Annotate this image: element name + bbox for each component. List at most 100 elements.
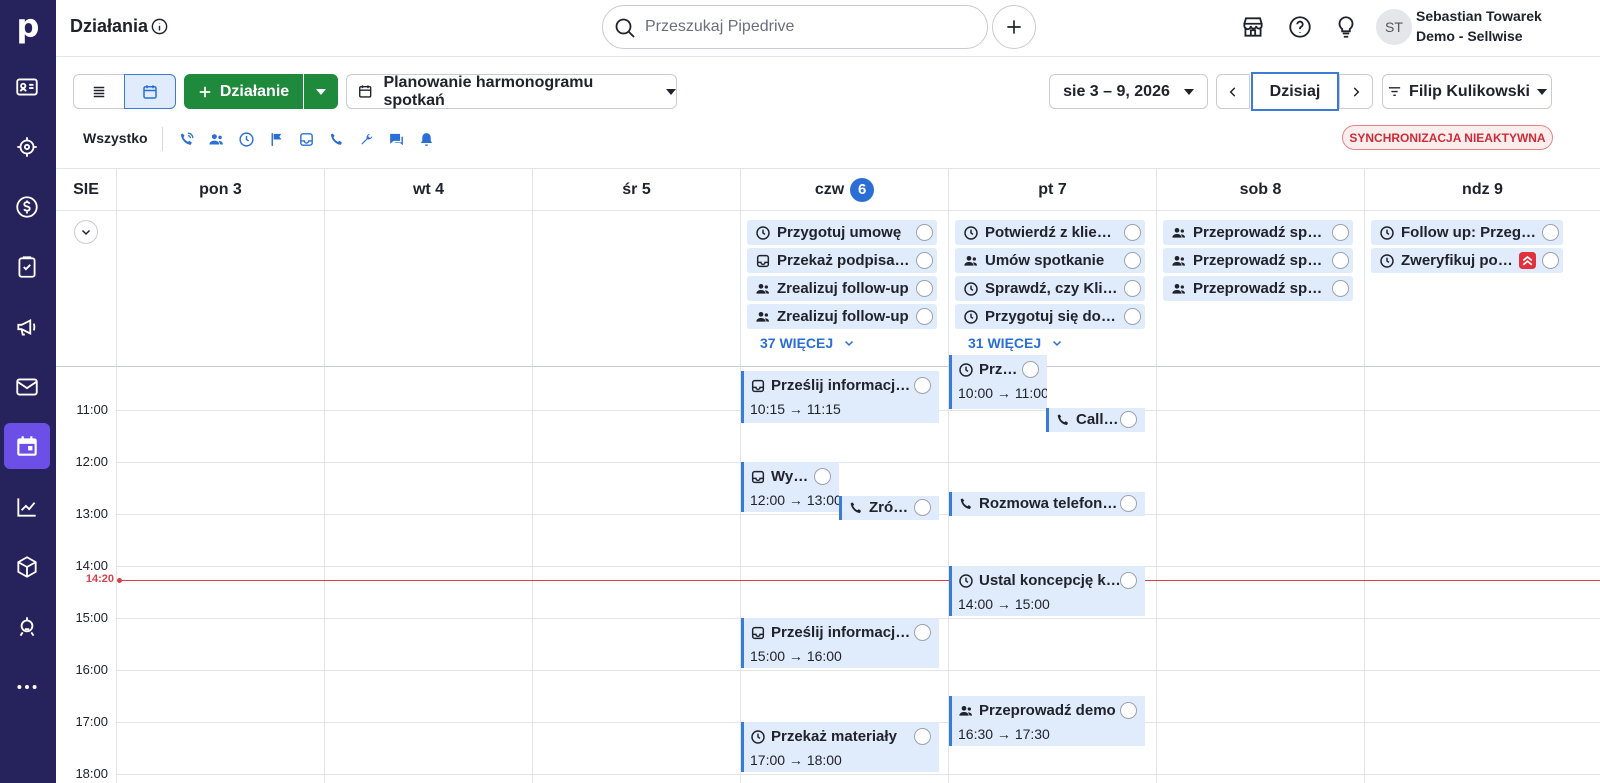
avatar[interactable]: ST [1376, 9, 1412, 45]
day-header-mon[interactable]: pon 3 [117, 169, 325, 211]
help-icon[interactable] [1287, 14, 1313, 40]
allday-cell[interactable] [117, 211, 325, 367]
all-types-filter[interactable]: Wszystko [83, 130, 148, 146]
calendar-event[interactable]: Przekaż materiały 17:00 → 18:00 [741, 722, 939, 772]
add-activity-button[interactable]: Działanie [184, 74, 303, 109]
done-checkbox[interactable] [1332, 280, 1349, 297]
allday-cell[interactable] [325, 211, 533, 367]
done-checkbox[interactable] [914, 728, 931, 745]
chat-type-icon[interactable] [384, 127, 408, 151]
date-range-dropdown[interactable]: sie 3 – 9, 2026 [1049, 74, 1208, 109]
products-box-icon[interactable] [4, 544, 50, 590]
calendar-event[interactable]: Call z klientem [1046, 408, 1145, 432]
owner-filter-dropdown[interactable]: Filip Kulikowski [1382, 74, 1552, 109]
calendar-event[interactable]: Rozmowa telefoniczna [949, 492, 1145, 516]
calendar-event[interactable]: Prześlij informacje o produkcie 15:00 → … [741, 618, 939, 668]
done-checkbox[interactable] [814, 468, 831, 485]
marketplace-store-icon[interactable] [1240, 14, 1266, 40]
quick-add-button[interactable] [992, 5, 1036, 49]
lightbulb-icon[interactable] [1333, 14, 1359, 40]
done-checkbox[interactable] [916, 252, 933, 269]
previous-week-button[interactable] [1216, 74, 1250, 109]
done-checkbox[interactable] [914, 499, 931, 516]
day-header-thu[interactable]: czw 6 [741, 169, 949, 211]
allday-activity[interactable]: Zrealizuj follow-up [747, 276, 937, 301]
calendar-event[interactable]: Ustal koncepcję kampanii 14:00 → 15:00 [949, 566, 1145, 616]
activity-filter-dropdown[interactable]: Planowanie harmonogramu spotkań [346, 74, 677, 109]
more-dots-icon[interactable] [4, 664, 50, 710]
allday-cell[interactable] [533, 211, 741, 367]
insights-chart-icon[interactable] [4, 484, 50, 530]
mail-icon[interactable] [4, 364, 50, 410]
allday-activity[interactable]: Przeprowadź spotkanie [1163, 248, 1353, 273]
done-checkbox[interactable] [1022, 361, 1039, 378]
done-checkbox[interactable] [1120, 495, 1137, 512]
done-checkbox[interactable] [1124, 252, 1141, 269]
allday-activity[interactable]: Follow up: Przegląd [1371, 220, 1563, 245]
allday-activity[interactable]: Sprawdź, czy Klient [955, 276, 1145, 301]
done-checkbox[interactable] [1542, 224, 1559, 241]
allday-activity[interactable]: Zweryfikuj postępy [1371, 248, 1563, 273]
done-checkbox[interactable] [1332, 224, 1349, 241]
bell-type-icon[interactable] [414, 127, 438, 151]
show-more-fri[interactable]: 31 WIĘCEJ [968, 335, 1063, 351]
next-week-button[interactable] [1339, 74, 1373, 109]
allday-activity[interactable]: Potwierdź z klientem [955, 220, 1145, 245]
collapse-allday-button[interactable] [74, 220, 98, 244]
inbox-type-icon[interactable] [294, 127, 318, 151]
calendar-event[interactable]: Przygotuj 10:00 → 11:00 [949, 355, 1047, 409]
done-checkbox[interactable] [1332, 252, 1349, 269]
calendar-nav-icon[interactable] [4, 423, 50, 469]
sync-status-badge[interactable]: SYNCHRONIZACJA NIEAKTYWNA [1342, 125, 1553, 150]
calendar-view-button[interactable] [124, 74, 176, 109]
call-type-icon-2[interactable] [324, 127, 348, 151]
allday-activity[interactable]: Umów spotkanie [955, 248, 1145, 273]
done-checkbox[interactable] [916, 308, 933, 325]
wrench-type-icon[interactable] [354, 127, 378, 151]
campaigns-megaphone-icon[interactable] [4, 304, 50, 350]
calendar-event[interactable]: Przeprowadź demo 16:30 → 17:30 [949, 696, 1145, 746]
deals-target-icon[interactable] [4, 124, 50, 170]
marketplace-icon[interactable] [4, 604, 50, 650]
activities-clipboard-icon[interactable] [4, 244, 50, 290]
allday-activity[interactable]: Przekaż podpisaną umowę [747, 248, 937, 273]
done-checkbox[interactable] [916, 280, 933, 297]
calendar-event[interactable]: Wyślij ofertę 12:00 → 13:00 [741, 462, 839, 512]
calendar-event[interactable]: Prześlij informacje o ofercie 10:15 → 11… [741, 371, 939, 423]
done-checkbox[interactable] [1542, 252, 1559, 269]
done-checkbox[interactable] [1124, 280, 1141, 297]
dollar-icon[interactable] [4, 184, 50, 230]
allday-activity[interactable]: Przeprowadź spotkanie [1163, 220, 1353, 245]
allday-activity[interactable]: Zrealizuj follow-up [747, 304, 937, 329]
done-checkbox[interactable] [1124, 308, 1141, 325]
allday-activity[interactable]: Przygotuj umowę [747, 220, 937, 245]
day-header-tue[interactable]: wt 4 [325, 169, 533, 211]
list-view-button[interactable] [73, 74, 125, 109]
done-checkbox[interactable] [1120, 411, 1137, 428]
deadline-flag-type-icon[interactable] [264, 127, 288, 151]
company-name[interactable]: Demo - Sellwise [1416, 28, 1523, 44]
show-more-thu[interactable]: 37 WIĘCEJ [760, 335, 855, 351]
meeting-type-icon[interactable] [204, 127, 228, 151]
day-header-fri[interactable]: pt 7 [949, 169, 1157, 211]
day-header-sun[interactable]: ndz 9 [1365, 169, 1600, 211]
user-name[interactable]: Sebastian Towarek [1416, 8, 1542, 24]
leads-icon[interactable] [4, 64, 50, 110]
done-checkbox[interactable] [916, 224, 933, 241]
allday-activity[interactable]: Przeprowadź spotkanie [1163, 276, 1353, 301]
search-input[interactable] [645, 6, 975, 48]
pipedrive-logo[interactable]: p [12, 8, 44, 44]
done-checkbox[interactable] [1120, 572, 1137, 589]
task-clock-type-icon[interactable] [234, 127, 258, 151]
calendar-event[interactable]: Zrób notatkę [839, 496, 939, 520]
done-checkbox[interactable] [914, 624, 931, 641]
day-header-wed[interactable]: śr 5 [533, 169, 741, 211]
allday-activity[interactable]: Przygotuj się do spotkania [955, 304, 1145, 329]
add-activity-dropdown[interactable] [304, 74, 338, 109]
done-checkbox[interactable] [914, 377, 931, 394]
call-type-icon[interactable] [174, 127, 198, 151]
done-checkbox[interactable] [1120, 702, 1137, 719]
day-header-sat[interactable]: sob 8 [1157, 169, 1365, 211]
done-checkbox[interactable] [1124, 224, 1141, 241]
info-icon[interactable] [150, 17, 169, 36]
